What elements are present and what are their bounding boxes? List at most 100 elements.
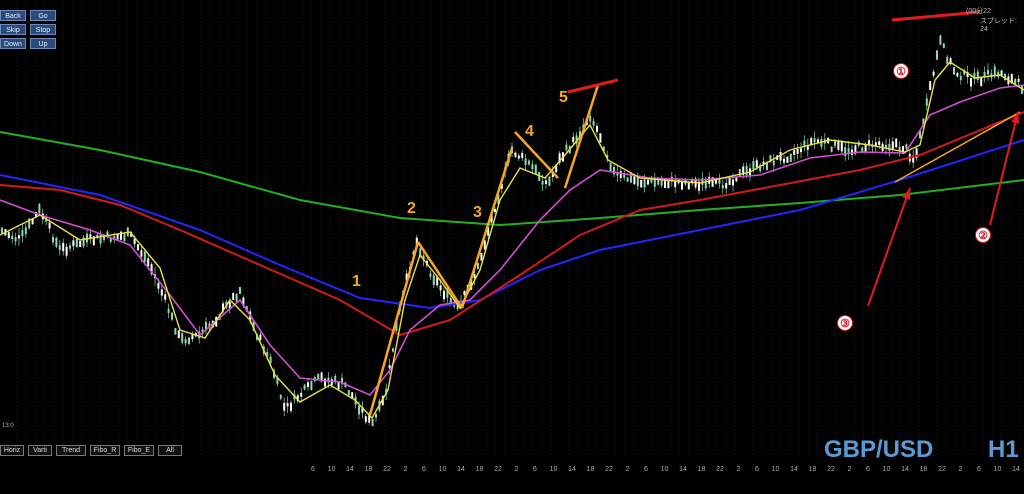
tool-trend-button[interactable]: Trend (56, 445, 86, 456)
candle-body (477, 262, 479, 270)
candle-body (283, 402, 286, 411)
candle-body (364, 416, 367, 423)
candle-body (847, 148, 850, 153)
wave-label-2: 2 (407, 200, 416, 217)
candle-body (589, 115, 592, 122)
candle-body (429, 273, 432, 277)
candle-body (596, 125, 598, 132)
tool-fibo-r-button[interactable]: Fibo_R (90, 445, 120, 456)
candle-body (534, 164, 537, 175)
candle-body (432, 275, 435, 286)
candle-body (443, 290, 445, 300)
candle-body (300, 392, 303, 397)
candle-body (174, 328, 177, 335)
candle-body (925, 98, 928, 106)
candle-body (647, 179, 649, 185)
candle-body (307, 382, 309, 388)
x-tick-label: 14 (679, 466, 687, 473)
candle-body (103, 236, 105, 240)
candle-body (592, 120, 595, 126)
toolbar-go-button[interactable]: Go (30, 10, 56, 21)
candle-body (232, 292, 235, 300)
spread-label: スプレッド: 24 (980, 18, 1017, 33)
candle-body (65, 246, 68, 256)
candle-body (599, 133, 602, 143)
candle-body (140, 250, 143, 257)
x-tick-label: 2 (404, 466, 408, 473)
x-tick-label: 2 (515, 466, 519, 473)
candle-body (239, 286, 241, 294)
candle-body (62, 242, 65, 252)
toolbar-up-button[interactable]: Up (30, 38, 56, 49)
candle-body (772, 160, 775, 166)
candle-body (905, 144, 908, 149)
candle-body (330, 379, 333, 386)
candle-body (52, 237, 54, 243)
x-tick-label: 6 (311, 466, 315, 473)
toolbar-skip-button[interactable]: Skip (0, 24, 26, 35)
candle-body (38, 204, 41, 214)
candle-body (980, 77, 983, 87)
candle-body (14, 237, 17, 242)
candle-body (48, 222, 51, 229)
candle-body (796, 149, 799, 154)
tool-horiz-button[interactable]: Horiz (0, 445, 24, 456)
candle-body (983, 72, 986, 77)
candle-body (439, 285, 442, 291)
tool-fibo-e-button[interactable]: Fibo_E (124, 445, 154, 456)
tool-all-button[interactable]: All (158, 445, 182, 456)
candle-body (290, 402, 292, 411)
candle-body (24, 227, 27, 235)
candle-body (21, 230, 24, 237)
x-tick-label: 18 (587, 466, 595, 473)
x-tick-label: 22 (605, 466, 613, 473)
x-tick-label: 18 (920, 466, 928, 473)
candle-body (86, 233, 88, 243)
marker-3: ③ (837, 315, 853, 331)
candle-body (375, 413, 377, 418)
candle-body (181, 333, 184, 343)
candle-body (528, 160, 530, 165)
candle-body (303, 384, 306, 390)
toolbar-down-button[interactable]: Down (0, 38, 26, 49)
tool-varti-button[interactable]: Varti (28, 445, 52, 456)
price-chart[interactable]: 6 10 14 18 22 2 6 10 14 18 22 2 6 10 14 18 22 2 6 10 14 18 22 2… (0, 0, 1024, 494)
candle-body (626, 177, 629, 182)
candle-body (143, 251, 146, 262)
candle-body (310, 380, 313, 391)
candle-body (565, 144, 568, 151)
candle-body (946, 56, 949, 64)
timeframe-label: H1 (988, 436, 1019, 463)
candle-body (844, 147, 847, 157)
ma-magenta-line (0, 84, 1024, 396)
x-tick-label: 6 (644, 466, 648, 473)
candle-body (721, 185, 724, 189)
x-tick-label: 6 (422, 466, 426, 473)
x-tick-label: 14 (568, 466, 576, 473)
resistance-line-left (567, 78, 619, 94)
candle-body (177, 330, 180, 339)
candle-body (524, 158, 527, 166)
candle-body (392, 348, 394, 352)
toolbar-back-button[interactable]: Back (0, 10, 26, 21)
candle-body (541, 180, 544, 185)
candle-body (878, 141, 881, 145)
candle-body (480, 252, 483, 261)
candle-body (745, 165, 748, 176)
x-tick-label: 18 (365, 466, 373, 473)
x-tick-label: 2 (737, 466, 741, 473)
candle-body (800, 148, 802, 153)
wave-line-5 (563, 84, 600, 189)
candle-body (1017, 78, 1020, 83)
candle-body (633, 176, 636, 185)
candle-body (970, 78, 972, 87)
candle-body (517, 155, 520, 159)
x-tick-label: 10 (883, 466, 891, 473)
toolbar-stop-button[interactable]: Stop (30, 24, 56, 35)
x-tick-label: 2 (959, 466, 963, 473)
candle-body (147, 258, 150, 267)
candle-body (932, 71, 935, 76)
candle-body (371, 418, 374, 427)
candle-body (864, 144, 867, 152)
candle-body (160, 289, 163, 296)
